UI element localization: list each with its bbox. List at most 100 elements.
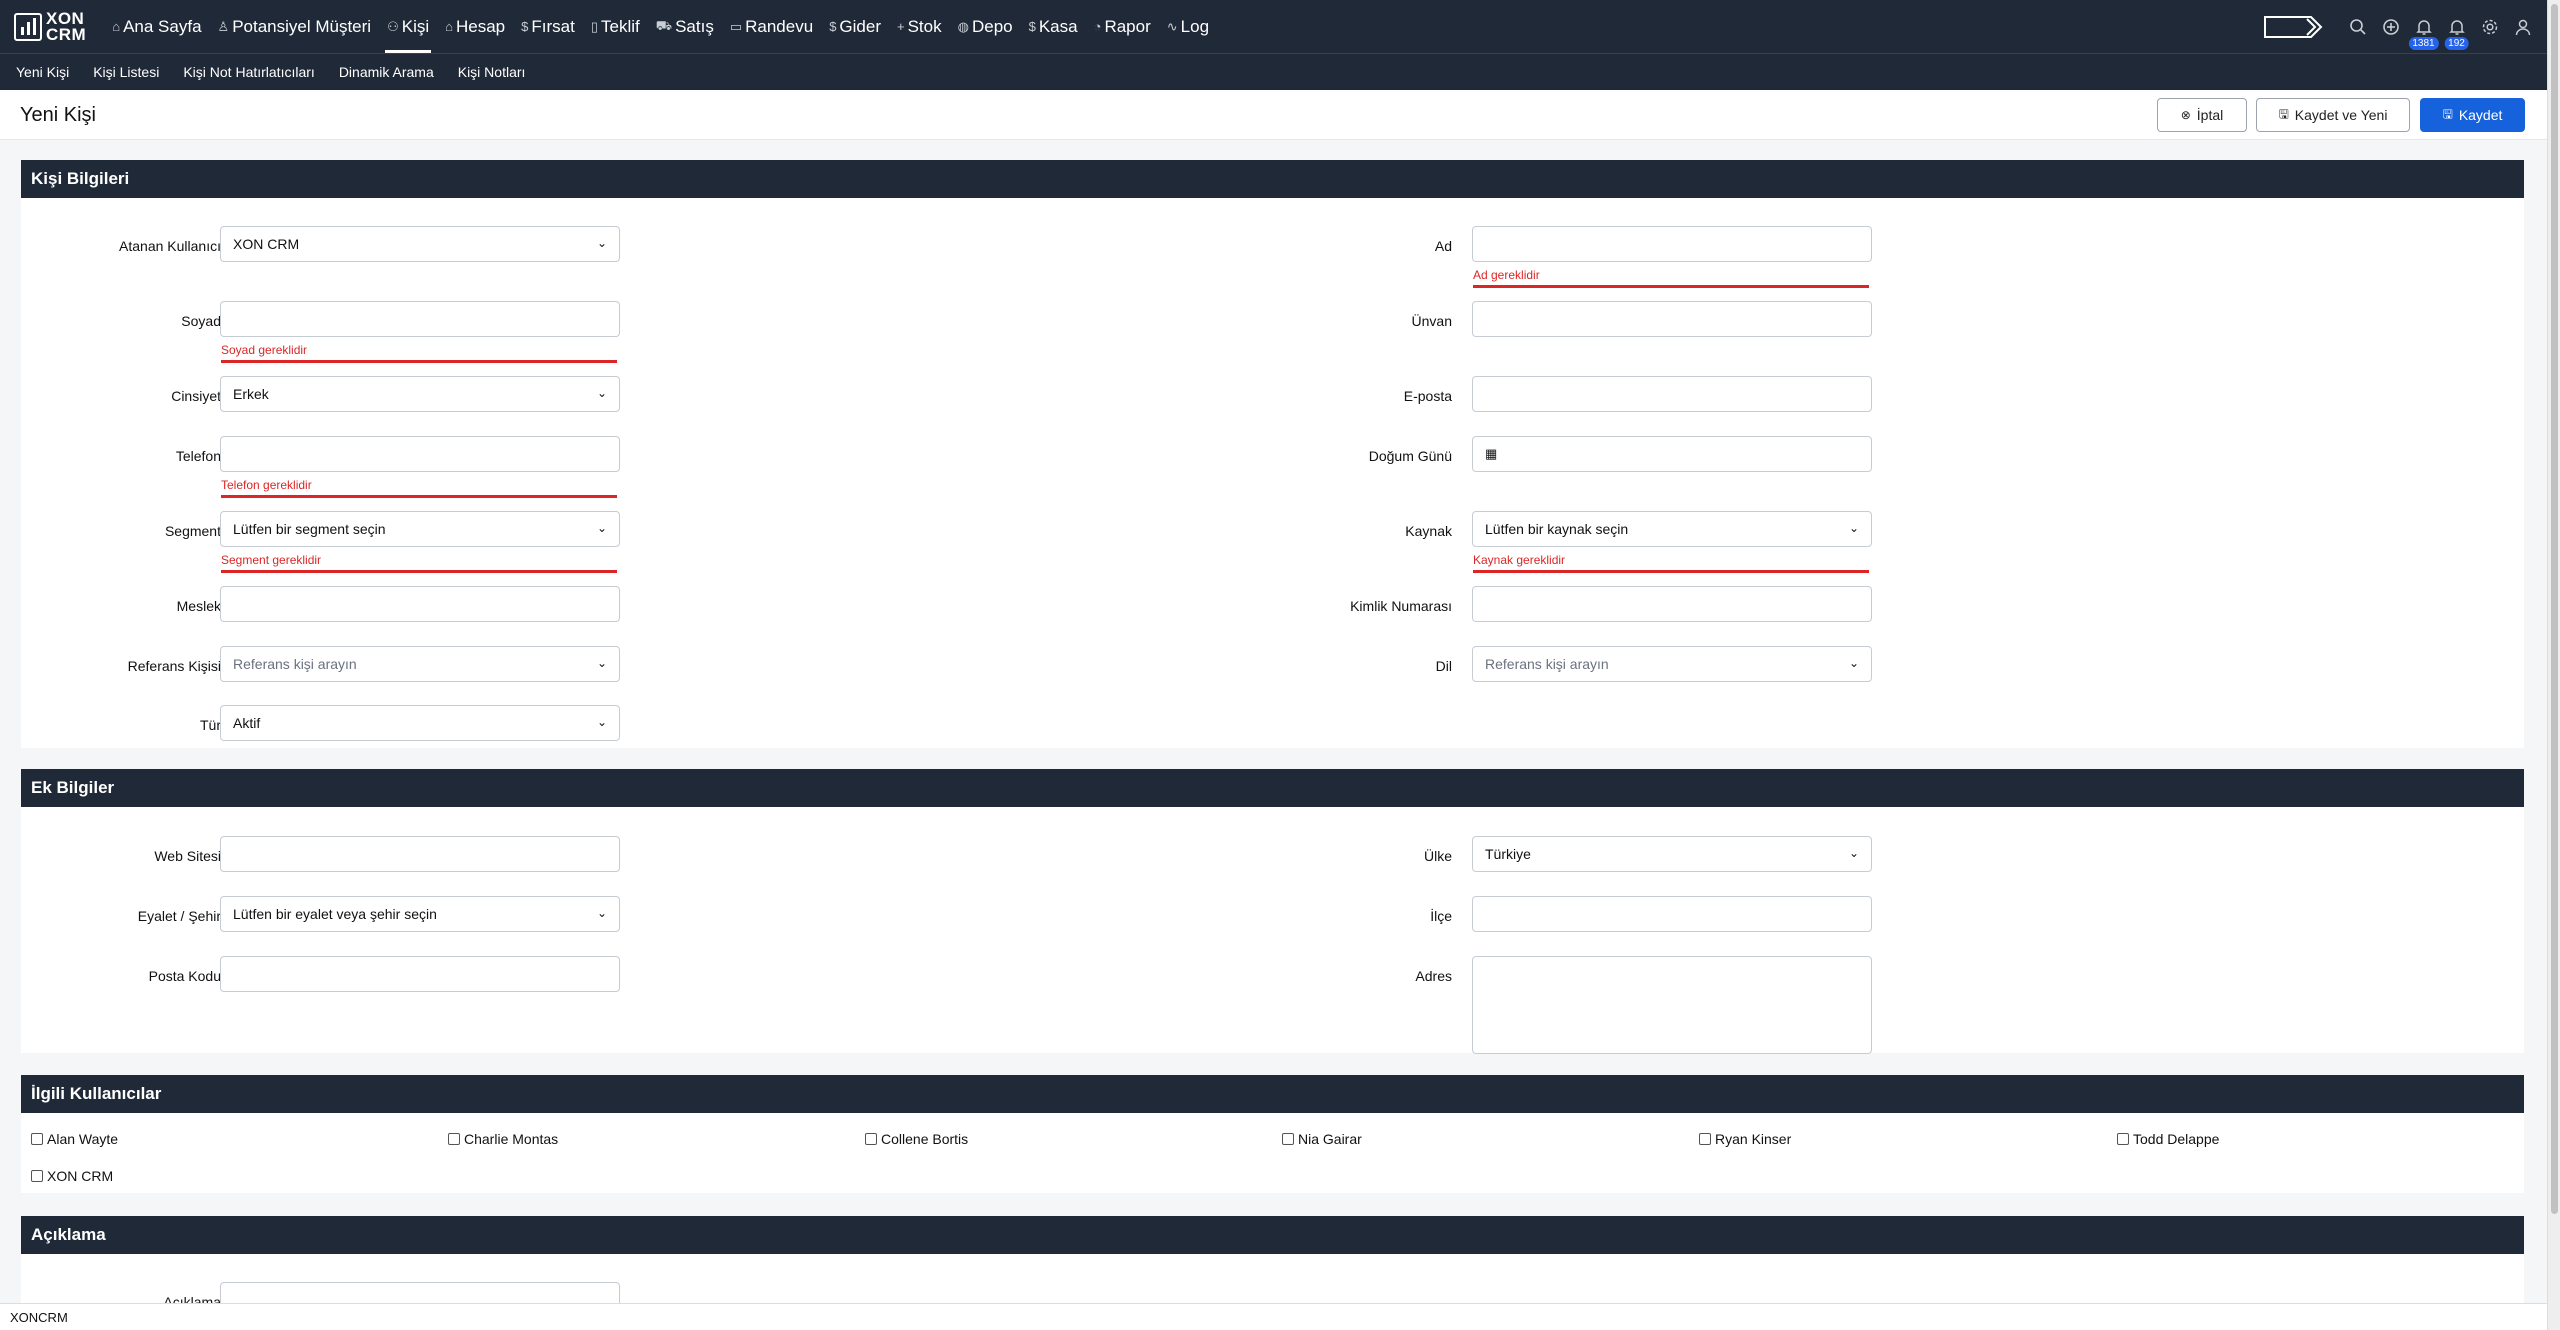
related-user-checkbox[interactable]: Charlie Montas — [448, 1131, 558, 1147]
bell-icon[interactable]: 192 — [2440, 0, 2473, 53]
cancel-button[interactable]: ⊗ İptal — [2157, 98, 2247, 132]
nav-item-label: Randevu — [745, 16, 814, 36]
app-logo[interactable]: XON CRM — [14, 10, 86, 43]
checkbox[interactable] — [1282, 1133, 1294, 1145]
checkbox[interactable] — [31, 1133, 43, 1145]
cinsiyet-select[interactable]: Erkek ⌄ — [220, 376, 620, 412]
related-user-checkbox[interactable]: Nia Gairar — [1282, 1131, 1362, 1147]
telefon-error: Telefon gereklidir — [221, 478, 312, 492]
nav-item-stok[interactable]: + Stok — [889, 0, 950, 53]
nav-item-satis[interactable]: ⛟ Satış — [648, 0, 722, 53]
posta-kodu-input[interactable] — [220, 956, 620, 992]
segment-select[interactable]: Lütfen bir segment seçin ⌄ — [220, 511, 620, 547]
document-icon: ▯ — [590, 18, 598, 34]
user-icon: ♙ — [217, 18, 230, 34]
nav-item-firsat[interactable]: $ Fırsat — [513, 0, 583, 53]
dil-select[interactable]: Referans kişi arayın ⌄ — [1472, 646, 1872, 682]
nav-item-randevu[interactable]: ▭ Randevu — [722, 0, 821, 53]
eposta-input[interactable] — [1472, 376, 1872, 412]
kimlik-numarasi-input[interactable] — [1472, 586, 1872, 622]
atanan-kullanici-select[interactable]: XON CRM ⌄ — [220, 226, 620, 262]
chevron-down-icon: ⌄ — [596, 906, 607, 920]
page-header: Yeni Kişi ⊗ İptal 🖫 Kaydet ve Yeni 🖫 Kaydet — [0, 90, 2547, 140]
aciklama-textarea[interactable] — [220, 1282, 620, 1303]
aciklama-label: Açıklama — [163, 1294, 221, 1303]
dogum-gunu-label: Doğum Günü — [1368, 448, 1452, 464]
ulke-select[interactable]: Türkiye ⌄ — [1472, 836, 1872, 872]
gear-icon[interactable] — [2473, 0, 2506, 53]
web-sitesi-input[interactable] — [220, 836, 620, 872]
eyalet-sehir-select[interactable]: Lütfen bir eyalet veya şehir seçin ⌄ — [220, 896, 620, 932]
nav-item-ana-sayfa[interactable]: ⌂ Ana Sayfa — [104, 0, 209, 53]
nav-item-kasa[interactable]: $ Kasa — [1021, 0, 1086, 53]
checkbox[interactable] — [865, 1133, 877, 1145]
meslek-input[interactable] — [220, 586, 620, 622]
notification-badge: 192 — [2444, 37, 2469, 50]
calendar-icon[interactable]: ▦ — [1485, 446, 1497, 462]
related-user-checkbox[interactable]: XON CRM — [31, 1168, 113, 1184]
segment-error-line — [221, 570, 617, 573]
nav-item-label: Kasa — [1038, 16, 1078, 36]
ad-input[interactable] — [1472, 226, 1872, 262]
nav-item-label: Log — [1180, 16, 1210, 36]
related-user-checkbox[interactable]: Todd Delappe — [2117, 1131, 2219, 1147]
scrollbar-thumb[interactable] — [2551, 4, 2558, 1214]
nav-item-teklif[interactable]: ▯ Teklif — [583, 0, 648, 53]
nav-item-label: Fırsat — [531, 16, 575, 36]
related-user-checkbox[interactable]: Collene Bortis — [865, 1131, 968, 1147]
chart-icon: ◔ — [1093, 19, 1102, 34]
ilce-input[interactable] — [1472, 896, 1872, 932]
nav-item-hesap[interactable]: ⌂ Hesap — [437, 0, 513, 53]
home-icon: ⌂ — [112, 19, 121, 34]
related-user-checkbox[interactable]: Alan Wayte — [31, 1131, 118, 1147]
page-scrollbar[interactable] — [2547, 0, 2560, 1330]
footer-text: XONCRM — [10, 1309, 68, 1325]
unvan-input[interactable] — [1472, 301, 1872, 337]
kaynak-error-line — [1473, 570, 1869, 573]
nav-item-label: Teklif — [600, 16, 640, 36]
checkbox[interactable] — [448, 1133, 460, 1145]
checkbox[interactable] — [2117, 1133, 2129, 1145]
top-navbar: XON CRM ⌂ Ana Sayfa ♙ Potansiyel Müşteri ⚇… — [0, 0, 2547, 53]
dogum-gunu-input[interactable]: ▦ — [1472, 436, 1872, 472]
tur-select[interactable]: Aktif ⌄ — [220, 705, 620, 741]
meslek-label: Meslek — [176, 598, 221, 614]
posta-kodu-label: Posta Kodu — [148, 968, 221, 984]
nav-item-log[interactable]: ∿ Log — [1159, 0, 1217, 53]
footer: XONCRM — [0, 1303, 2547, 1330]
nav-item-label: Rapor — [1104, 16, 1151, 36]
nav-item-rapor[interactable]: ◔ Rapor — [1086, 0, 1159, 53]
add-circle-icon[interactable] — [2374, 0, 2407, 53]
subnav-yeni-kisi[interactable]: Yeni Kişi — [16, 64, 69, 80]
bell-icon[interactable]: 1381 — [2407, 0, 2440, 53]
kaynak-label: Kaynak — [1405, 523, 1452, 539]
checkbox[interactable] — [1699, 1133, 1711, 1145]
arrow-right-icon[interactable] — [2263, 15, 2325, 39]
soyad-label: Soyad — [181, 313, 221, 329]
checkbox[interactable] — [31, 1170, 43, 1182]
subnav-kisi-not-hatirlaticilari[interactable]: Kişi Not Hatırlatıcıları — [183, 64, 314, 80]
nav-item-gider[interactable]: $ Gider — [821, 0, 889, 53]
soyad-error: Soyad gereklidir — [221, 343, 308, 357]
telefon-input[interactable] — [220, 436, 620, 472]
telefon-error-line — [221, 495, 617, 498]
subnav-kisi-notlari[interactable]: Kişi Notları — [458, 64, 526, 80]
nav-item-kisi[interactable]: ⚇ Kişi — [379, 0, 437, 53]
search-icon[interactable] — [2341, 0, 2374, 53]
nav-item-depo[interactable]: ◍ Depo — [950, 0, 1021, 53]
nav-item-label: Kişi — [401, 16, 430, 36]
related-user-checkbox[interactable]: Ryan Kinser — [1699, 1131, 1791, 1147]
subnav-kisi-listesi[interactable]: Kişi Listesi — [93, 64, 159, 80]
referans-kisisi-select[interactable]: Referans kişi arayın ⌄ — [220, 646, 620, 682]
nav-item-potansiyel-musteri[interactable]: ♙ Potansiyel Müşteri — [210, 0, 380, 53]
subnav-dinamik-arama[interactable]: Dinamik Arama — [339, 64, 434, 80]
kaynak-select[interactable]: Lütfen bir kaynak seçin ⌄ — [1472, 511, 1872, 547]
close-circle-icon: ⊗ — [2180, 108, 2191, 122]
nav-item-label: Depo — [971, 16, 1013, 36]
save-button[interactable]: 🖫 Kaydet — [2420, 98, 2525, 132]
soyad-input[interactable] — [220, 301, 620, 337]
ad-error-line — [1473, 285, 1869, 288]
adres-textarea[interactable] — [1472, 956, 1872, 1054]
user-profile-icon[interactable] — [2506, 0, 2539, 53]
save-and-new-button[interactable]: 🖫 Kaydet ve Yeni — [2256, 98, 2410, 132]
